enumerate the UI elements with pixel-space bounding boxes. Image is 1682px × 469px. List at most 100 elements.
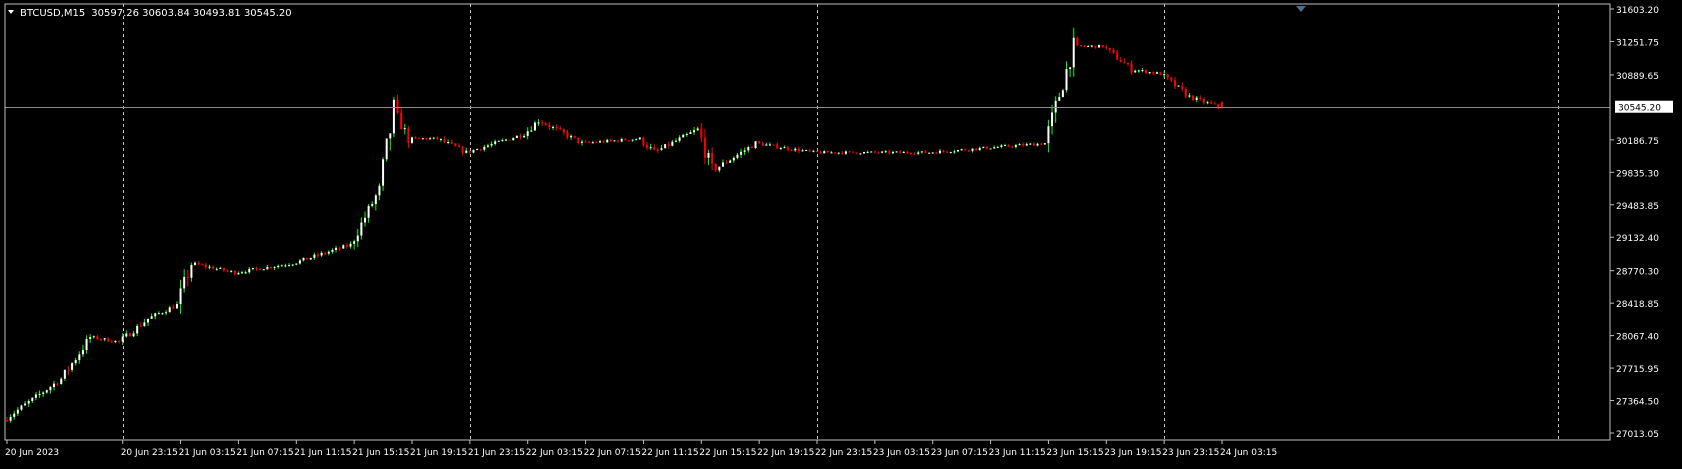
price-tick-label: 28067.40 bbox=[1616, 333, 1659, 343]
symbol-label: BTCUSD,M15 bbox=[20, 8, 85, 19]
candle-body bbox=[1032, 143, 1035, 146]
candle-body bbox=[443, 138, 446, 143]
price-tick-label: 27364.50 bbox=[1616, 398, 1659, 408]
candle-body bbox=[779, 148, 782, 150]
candle-body bbox=[1181, 85, 1184, 89]
candle-body bbox=[530, 130, 533, 132]
price-tick-label: 31603.20 bbox=[1616, 6, 1659, 16]
candle-body bbox=[747, 147, 750, 151]
candle-body bbox=[1221, 101, 1223, 107]
candle-body bbox=[335, 247, 338, 250]
candle-body bbox=[197, 262, 200, 265]
candle-body bbox=[794, 148, 797, 151]
candle-body bbox=[732, 157, 735, 161]
candle-body bbox=[74, 360, 77, 364]
candle-body bbox=[132, 333, 135, 337]
candle-body bbox=[693, 130, 696, 133]
candle-body bbox=[667, 144, 670, 146]
candle-body bbox=[288, 265, 291, 267]
candle-body bbox=[718, 166, 721, 171]
candle-body bbox=[378, 185, 381, 196]
candle-body bbox=[461, 146, 464, 153]
candle-body bbox=[515, 135, 518, 139]
time-tick-label: 22 Jun 03:15 bbox=[526, 448, 583, 458]
candle-body bbox=[703, 137, 706, 158]
price-tick-label: 28418.85 bbox=[1616, 300, 1659, 310]
candle-body bbox=[1094, 45, 1097, 48]
candle-body bbox=[1069, 67, 1072, 70]
candle-body bbox=[982, 146, 985, 148]
candle-body bbox=[251, 268, 254, 270]
candle-body bbox=[993, 147, 996, 149]
candle-body bbox=[42, 392, 45, 394]
candle-body bbox=[852, 151, 855, 153]
candle-body bbox=[309, 257, 312, 260]
candle-body bbox=[808, 149, 811, 152]
candle-body bbox=[486, 145, 489, 147]
candle-body bbox=[823, 151, 826, 154]
candle-body bbox=[595, 142, 598, 144]
candle-body bbox=[1112, 49, 1115, 53]
candle-body bbox=[1134, 70, 1137, 73]
candle-body bbox=[508, 139, 511, 141]
candle-body bbox=[805, 149, 808, 151]
candle-body bbox=[505, 139, 508, 141]
candle-body bbox=[139, 325, 142, 327]
candle-body bbox=[49, 387, 52, 391]
candle-body bbox=[92, 336, 95, 338]
candle-body bbox=[834, 152, 837, 154]
time-tick-label: 23 Jun 11:15 bbox=[989, 448, 1046, 458]
candle-body bbox=[1213, 103, 1216, 105]
chart-header: BTCUSD,M15 30597.26 30603.84 30493.81 30… bbox=[8, 8, 292, 19]
time-tick-label: 24 Jun 03:15 bbox=[1220, 448, 1277, 458]
candle-body bbox=[400, 112, 403, 130]
candle-body bbox=[450, 142, 453, 144]
candle-body bbox=[627, 140, 630, 142]
candle-body bbox=[63, 369, 66, 379]
candle-body bbox=[772, 144, 775, 146]
candle-body bbox=[671, 141, 674, 146]
candle-body bbox=[385, 138, 388, 160]
candle-body bbox=[685, 133, 688, 135]
candle-body bbox=[403, 128, 406, 130]
candle-body bbox=[1217, 103, 1220, 108]
candle-body bbox=[624, 138, 627, 141]
candle-body bbox=[707, 152, 710, 158]
candle-body bbox=[1007, 145, 1010, 147]
candle-body bbox=[552, 126, 555, 128]
candle-body bbox=[1192, 95, 1195, 101]
candle-body bbox=[353, 241, 356, 244]
candle-body bbox=[269, 267, 272, 269]
candle-body bbox=[1043, 143, 1046, 145]
candle-body bbox=[136, 325, 139, 334]
candle-body bbox=[1145, 69, 1148, 74]
candle-body bbox=[942, 150, 945, 152]
candle-body bbox=[233, 270, 236, 275]
candle-body bbox=[194, 262, 197, 265]
candle-body bbox=[429, 138, 432, 140]
candle-body bbox=[1025, 143, 1028, 146]
candle-body bbox=[244, 272, 247, 274]
candle-body bbox=[479, 149, 482, 151]
candle-body bbox=[363, 217, 366, 223]
candle-body bbox=[888, 151, 891, 154]
candle-body bbox=[154, 313, 157, 317]
candle-body bbox=[157, 313, 160, 315]
candle-body bbox=[382, 159, 385, 186]
candle-body bbox=[689, 132, 692, 134]
price-tick-label: 28770.30 bbox=[1616, 268, 1659, 278]
candlestick-chart[interactable]: 31603.20 31251.75 30889.65 30545.20 30186.75… bbox=[0, 0, 1682, 465]
chart-window[interactable]: 31603.20 31251.75 30889.65 30545.20 30186.75… bbox=[0, 0, 1682, 465]
candle-body bbox=[320, 252, 323, 256]
candle-body bbox=[562, 129, 565, 133]
candle-body bbox=[497, 140, 500, 142]
time-tick-label: 20 Jun 23:15 bbox=[121, 448, 178, 458]
time-tick-label: 23 Jun 07:15 bbox=[931, 448, 988, 458]
candle-body bbox=[1116, 52, 1119, 60]
time-tick-label: 22 Jun 23:15 bbox=[815, 448, 872, 458]
candle-body bbox=[204, 264, 207, 268]
time-tick-label: 22 Jun 11:15 bbox=[641, 448, 698, 458]
candle-body bbox=[526, 131, 529, 136]
candle-body bbox=[222, 267, 225, 271]
candle-body bbox=[89, 337, 92, 340]
